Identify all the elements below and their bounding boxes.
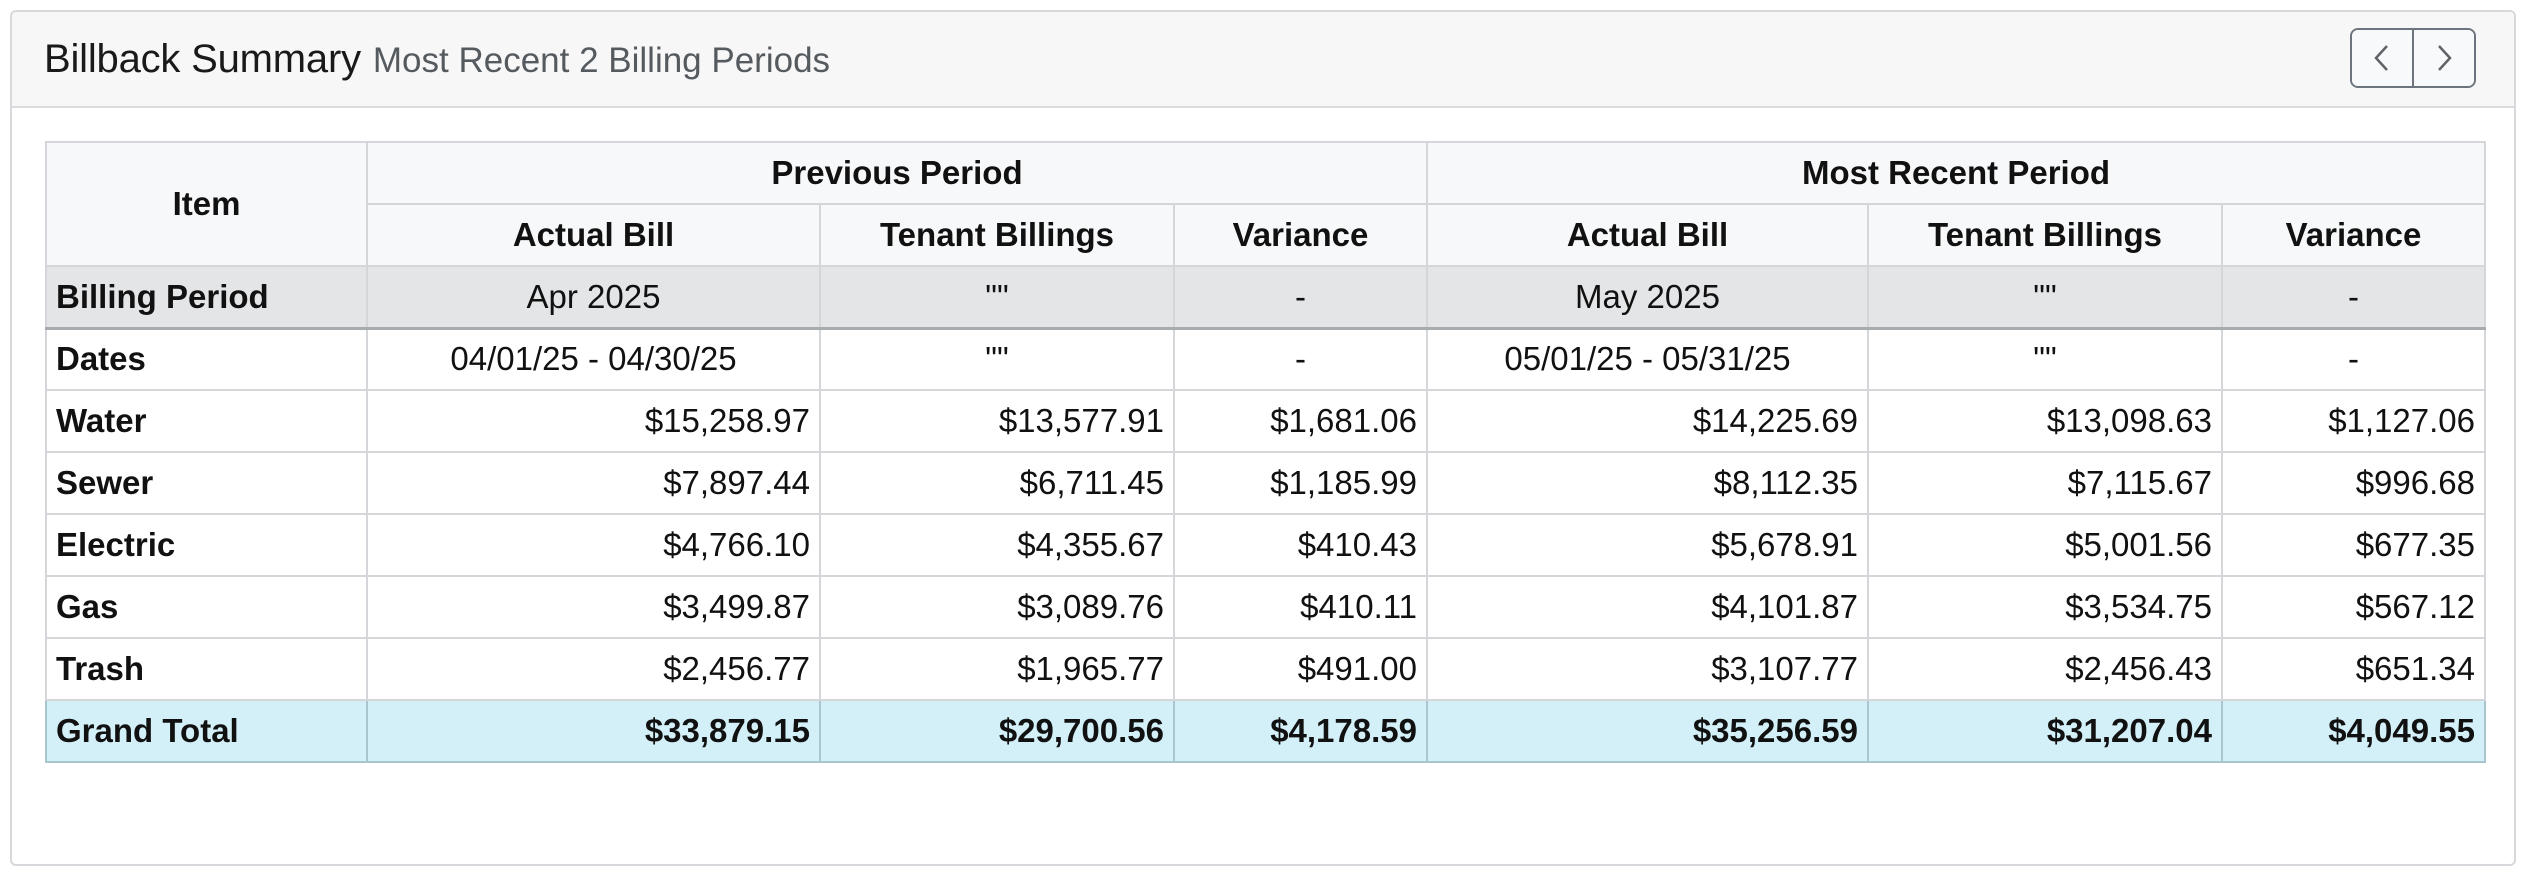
table-cell: $1,965.77 [819,637,1175,701]
table-cell: "" [1867,327,2223,391]
table-cell: $410.43 [1173,513,1428,577]
column-header: Variance [1173,203,1428,267]
table-cell: $3,499.87 [366,575,821,639]
table-cell: $1,185.99 [1173,451,1428,515]
table-cell: - [2221,327,2486,391]
table-cell: $6,711.45 [819,451,1175,515]
table-cell: 04/01/25 - 04/30/25 [366,327,821,391]
table-cell: $15,258.97 [366,389,821,453]
column-header: Tenant Billings [1867,203,2223,267]
table-cell: $491.00 [1173,637,1428,701]
next-period-button[interactable] [2412,30,2474,86]
column-header: Variance [2221,203,2486,267]
row-label: Dates [45,327,368,391]
chevron-right-icon [2438,45,2452,71]
column-header: Actual Bill [1426,203,1869,267]
table-cell: $567.12 [2221,575,2486,639]
previous-period-button[interactable] [2352,30,2412,86]
table-cell: "" [819,265,1175,330]
table-cell: $7,897.44 [366,451,821,515]
row-label: Gas [45,575,368,639]
table-cell: $31,207.04 [1867,699,2223,763]
row-label: Electric [45,513,368,577]
period-pager [2350,28,2476,88]
table-cell: $996.68 [2221,451,2486,515]
table-row: Sewer $7,897.44 $6,711.45 $1,185.99 $8,1… [45,451,2486,515]
table-cell: - [2221,265,2486,330]
table-cell: $651.34 [2221,637,2486,701]
table-row: Gas $3,499.87 $3,089.76 $410.11 $4,101.8… [45,575,2486,639]
card-header: Billback Summary Most Recent 2 Billing P… [12,12,2514,108]
billback-summary-card: Billback Summary Most Recent 2 Billing P… [10,10,2516,866]
table-cell: $3,089.76 [819,575,1175,639]
table-cell: - [1173,265,1428,330]
table-cell: 05/01/25 - 05/31/25 [1426,327,1869,391]
grand-total-row: Grand Total $33,879.15 $29,700.56 $4,178… [45,699,2486,763]
table-cell: $13,098.63 [1867,389,2223,453]
row-label: Billing Period [45,265,368,330]
table-cell: $8,112.35 [1426,451,1869,515]
table-cell: "" [819,327,1175,391]
dates-row: Dates 04/01/25 - 04/30/25 "" - 05/01/25 … [45,327,2486,391]
table-cell: "" [1867,265,2223,330]
card-subtitle: Most Recent 2 Billing Periods [372,41,831,80]
column-header: Actual Bill [366,203,821,267]
billback-table: Item Previous Period Most Recent Period … [45,141,2486,763]
table-cell: $5,001.56 [1867,513,2223,577]
table-row: Water $15,258.97 $13,577.91 $1,681.06 $1… [45,389,2486,453]
table-cell: $1,681.06 [1173,389,1428,453]
card-title: Billback Summary [44,36,361,81]
table-cell: $4,178.59 [1173,699,1428,763]
table-cell: Apr 2025 [366,265,821,330]
item-column-header: Item [45,141,368,267]
row-label: Grand Total [45,699,368,763]
table-cell: $4,766.10 [366,513,821,577]
table-cell: $35,256.59 [1426,699,1869,763]
table-cell: $7,115.67 [1867,451,2223,515]
table-cell: $4,101.87 [1426,575,1869,639]
table-cell: $2,456.43 [1867,637,2223,701]
table-cell: $3,534.75 [1867,575,2223,639]
table-cell: $13,577.91 [819,389,1175,453]
table-cell: - [1173,327,1428,391]
billback-table-wrapper: Item Previous Period Most Recent Period … [45,141,2486,763]
table-cell: $29,700.56 [819,699,1175,763]
column-header: Tenant Billings [819,203,1175,267]
table-cell: $3,107.77 [1426,637,1869,701]
table-cell: $410.11 [1173,575,1428,639]
table-row: Trash $2,456.77 $1,965.77 $491.00 $3,107… [45,637,2486,701]
table-cell: $33,879.15 [366,699,821,763]
table-cell: $5,678.91 [1426,513,1869,577]
table-row: Electric $4,766.10 $4,355.67 $410.43 $5,… [45,513,2486,577]
table-cell: $4,355.67 [819,513,1175,577]
table-cell: $4,049.55 [2221,699,2486,763]
chevron-left-icon [2374,45,2388,71]
most-recent-period-header: Most Recent Period [1426,141,2486,205]
row-label: Trash [45,637,368,701]
row-label: Water [45,389,368,453]
period-group-header-row: Item Previous Period Most Recent Period [45,141,2486,267]
billing-period-row: Billing Period Apr 2025 "" - May 2025 ""… [45,265,2486,330]
sub-header-row: Actual Bill Tenant Billings Variance Act… [46,203,2486,267]
table-cell: May 2025 [1426,265,1869,330]
table-cell: $1,127.06 [2221,389,2486,453]
table-cell: $2,456.77 [366,637,821,701]
table-cell: $677.35 [2221,513,2486,577]
row-label: Sewer [45,451,368,515]
previous-period-header: Previous Period [366,141,1428,205]
table-cell: $14,225.69 [1426,389,1869,453]
